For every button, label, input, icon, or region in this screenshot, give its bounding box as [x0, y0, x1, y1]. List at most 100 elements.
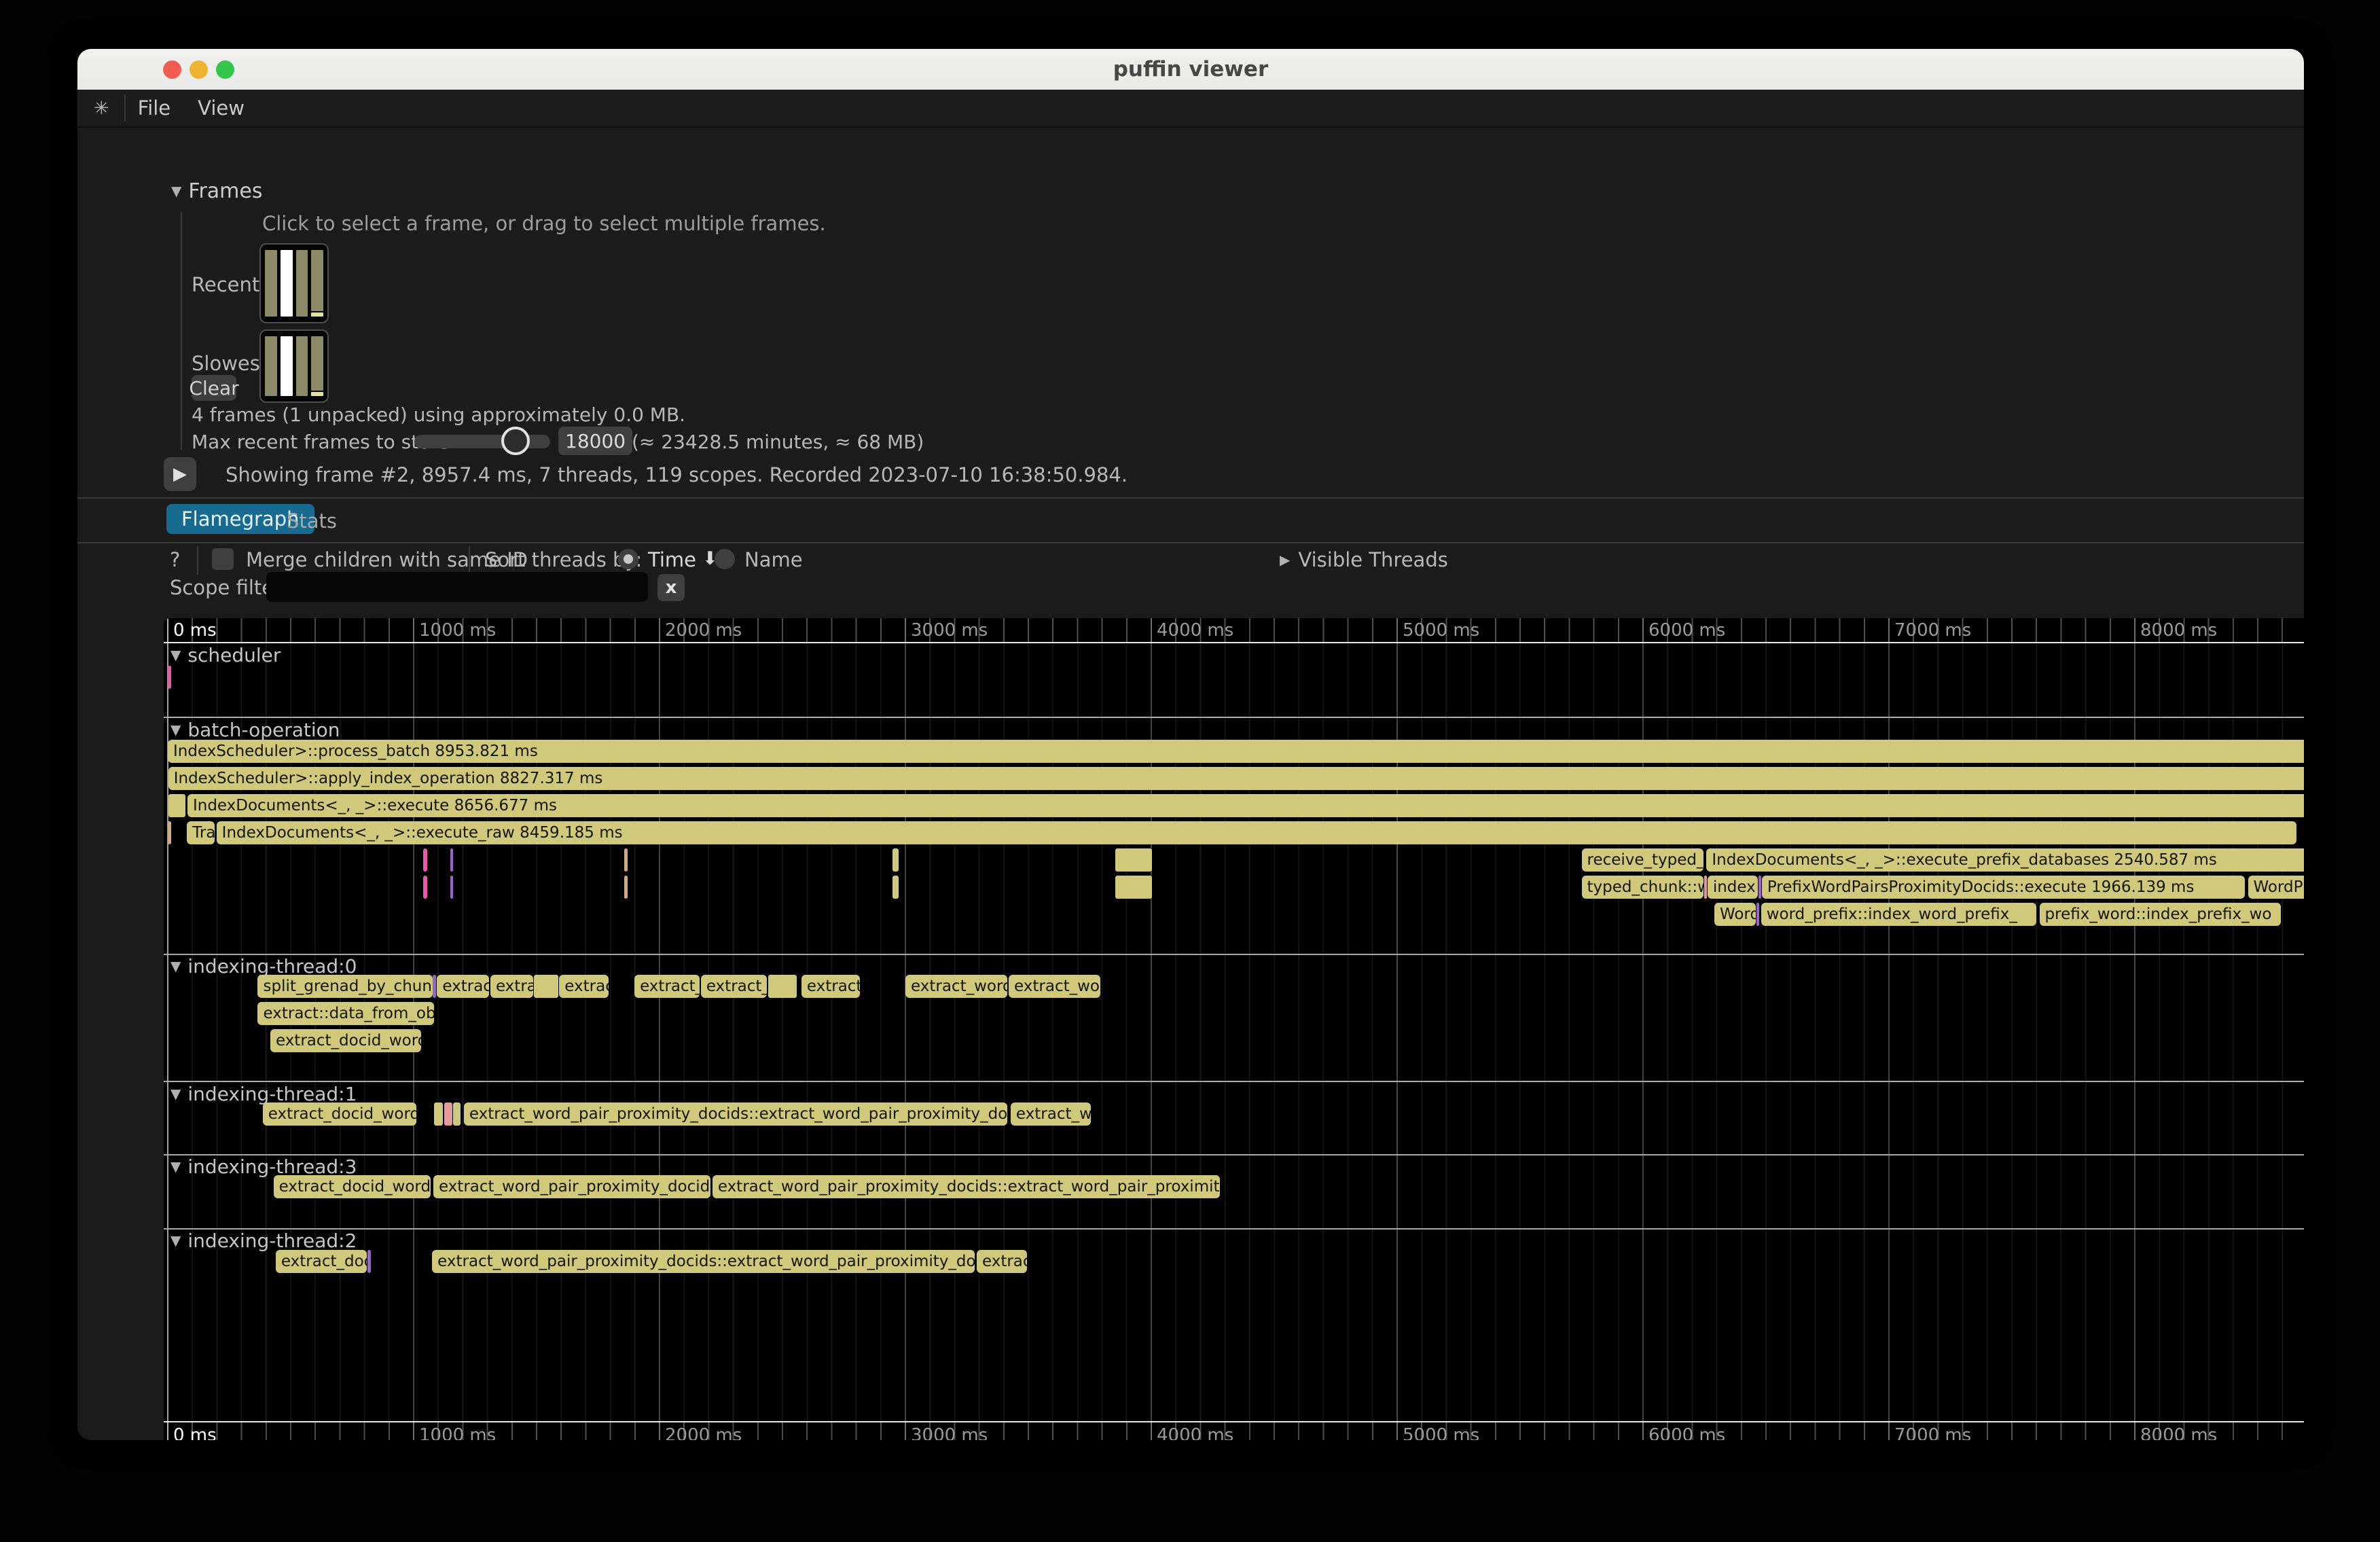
scope-bar[interactable]: Word: [1714, 903, 1756, 926]
scope-bar[interactable]: IndexScheduler>::process_batch 8953.821 …: [168, 740, 2304, 763]
thread-header-batch-operation[interactable]: ▼batch-operation: [170, 719, 340, 741]
scope-bar[interactable]: extrac: [977, 1250, 1027, 1273]
scope-bar[interactable]: [423, 876, 427, 899]
scope-bar[interactable]: word_prefix::index_word_prefix_: [1761, 903, 2036, 926]
scope-bar[interactable]: extract_word_pair_proximity_docids::extr…: [713, 1175, 1220, 1198]
scope-bar[interactable]: IndexDocuments<_, _>::execute_prefix_dat…: [1706, 848, 2304, 872]
frame-bar[interactable]: [296, 250, 308, 317]
scope-bar[interactable]: [1756, 903, 1759, 926]
max-frames-slider-track[interactable]: [414, 435, 550, 448]
help-button[interactable]: ?: [170, 548, 180, 571]
merge-children-checkbox[interactable]: [212, 548, 234, 570]
scope-bar[interactable]: [450, 876, 453, 899]
max-frames-value[interactable]: 18000: [558, 427, 632, 455]
app-window: puffin viewer ✳ File View ▼Frames Click …: [77, 49, 2304, 1440]
scope-bar[interactable]: IndexScheduler>::apply_index_operation 8…: [168, 767, 2304, 790]
scope-bar[interactable]: Trans: [187, 821, 215, 844]
app-settings-icon[interactable]: ✳: [94, 98, 109, 119]
frame-bar[interactable]: [296, 336, 308, 396]
ruler-tick-label: 3000 ms: [911, 620, 988, 641]
sort-by-name-label[interactable]: Name: [744, 548, 803, 571]
scope-bar[interactable]: prefix_word::index_prefix_wo: [2040, 903, 2281, 926]
scope-bar[interactable]: [1115, 876, 1152, 899]
frame-bar[interactable]: [311, 250, 323, 317]
close-window-button[interactable]: [163, 60, 181, 79]
frames-hint: Click to select a frame, or drag to sele…: [262, 212, 826, 235]
scope-bar[interactable]: extract_word_pair_proximity_docids::extr…: [464, 1102, 1007, 1126]
recent-frames-thumbnail[interactable]: [259, 243, 329, 323]
scope-bar[interactable]: [367, 1250, 371, 1273]
scope-bar[interactable]: extract_docid_word: [274, 1175, 431, 1198]
scope-bar[interactable]: [768, 975, 797, 998]
scope-bar[interactable]: extrac: [559, 975, 609, 998]
scope-bar[interactable]: extract_: [634, 975, 700, 998]
sort-by-name-radio[interactable]: [715, 549, 735, 569]
scope-bar[interactable]: PrefixWordPairsProximityDocids::execute …: [1762, 876, 2245, 899]
scope-filter-input[interactable]: [266, 572, 648, 602]
frame-bar[interactable]: [265, 336, 277, 396]
scope-bar[interactable]: extract_docid_word: [270, 1029, 421, 1052]
scope-bar[interactable]: [534, 975, 558, 998]
menu-file[interactable]: File: [138, 96, 171, 120]
scope-bar[interactable]: extract: [801, 975, 860, 998]
scope-bar[interactable]: split_grenad_by_chun: [257, 975, 432, 998]
frames-summary: 4 frames (1 unpacked) using approximatel…: [192, 404, 685, 426]
scope-bar[interactable]: IndexDocuments<_, _>::execute_raw 8459.1…: [217, 821, 2296, 844]
scope-bar[interactable]: extract_wo: [1011, 1102, 1091, 1126]
frame-bar[interactable]: [311, 336, 323, 396]
scope-bar[interactable]: extract_doc: [276, 1250, 367, 1273]
flamegraph-canvas[interactable]: 0 ms0 ms1000 ms1000 ms2000 ms2000 ms3000…: [164, 618, 2304, 1440]
max-frames-slider-knob[interactable]: [501, 427, 530, 455]
scope-bar[interactable]: [168, 821, 171, 844]
scope-bar[interactable]: extract_docid_word: [263, 1102, 416, 1126]
scope-bar[interactable]: typed_chunk::w: [1582, 876, 1703, 899]
menu-view[interactable]: View: [198, 96, 245, 120]
scope-bar[interactable]: extract_word: [905, 975, 1007, 998]
scope-bar[interactable]: receive_typed_: [1582, 848, 1703, 872]
clear-filter-button[interactable]: x: [657, 574, 685, 601]
scope-bar[interactable]: [168, 794, 185, 817]
scope-bar[interactable]: index: [1708, 876, 1759, 899]
scope-bar[interactable]: [624, 848, 628, 872]
scope-bar[interactable]: [1704, 876, 1707, 899]
radio-selected-dot: [624, 554, 633, 564]
separator: [77, 497, 2304, 499]
title-bar: puffin viewer: [77, 49, 2304, 90]
scope-bar[interactable]: extract_: [701, 975, 767, 998]
scope-bar[interactable]: [1115, 848, 1152, 872]
scope-bar[interactable]: extract_word_pair_proximity_docids: [433, 1175, 710, 1198]
thread-header-scheduler[interactable]: ▼scheduler: [170, 644, 281, 666]
frame-bar[interactable]: [281, 336, 293, 396]
scope-bar[interactable]: [624, 876, 628, 899]
scope-bar[interactable]: extract: [437, 975, 489, 998]
tab-stats[interactable]: Stats: [287, 509, 337, 533]
scope-bar[interactable]: [450, 848, 453, 872]
minimize-window-button[interactable]: [190, 60, 208, 79]
scope-bar[interactable]: [892, 876, 899, 899]
frame-bar[interactable]: [281, 250, 293, 317]
scope-bar[interactable]: [434, 1102, 444, 1126]
scope-bar[interactable]: [1759, 876, 1761, 899]
maximize-window-button[interactable]: [216, 60, 234, 79]
scope-bar[interactable]: [453, 1102, 461, 1126]
slowest-frames-thumbnail[interactable]: [259, 329, 329, 403]
scope-bar[interactable]: extract::data_from_ob: [257, 1002, 433, 1025]
scope-bar[interactable]: extra: [490, 975, 533, 998]
frames-section-header[interactable]: ▼Frames: [171, 179, 263, 203]
scope-bar[interactable]: WordPr: [2248, 876, 2304, 899]
scope-bar[interactable]: [168, 666, 171, 689]
scope-bar[interactable]: [423, 848, 427, 872]
sort-by-time-label[interactable]: Time: [648, 548, 696, 571]
visible-threads-header[interactable]: ▶Visible Threads: [1280, 548, 1448, 571]
scope-bar[interactable]: extract_wo: [1009, 975, 1100, 998]
frame-bar[interactable]: [265, 250, 277, 317]
scope-bar[interactable]: IndexDocuments<_, _>::execute 8656.677 m…: [187, 794, 2304, 817]
play-button[interactable]: ▶: [164, 457, 196, 491]
scope-bar[interactable]: [892, 848, 899, 872]
scope-bar[interactable]: [444, 1102, 452, 1126]
thread-header-indexing-thread-2[interactable]: ▼indexing-thread:2: [170, 1230, 357, 1252]
sort-by-time-radio[interactable]: [618, 549, 638, 569]
scope-bar[interactable]: [433, 975, 435, 998]
scope-bar[interactable]: extract_word_pair_proximity_docids::extr…: [432, 1250, 975, 1273]
clear-button[interactable]: Clear: [192, 375, 236, 401]
